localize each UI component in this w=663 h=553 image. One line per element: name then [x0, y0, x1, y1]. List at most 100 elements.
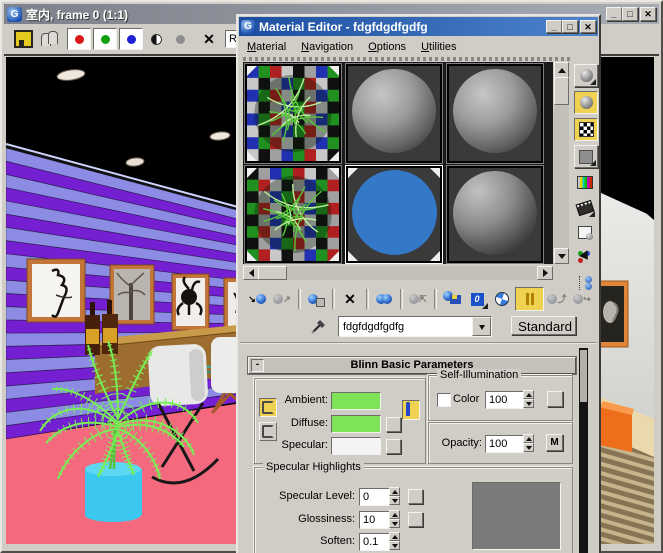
put-material-to-scene-button[interactable]: ↗: [270, 288, 294, 310]
specular-level-spinner[interactable]: [389, 487, 400, 505]
save-bitmap-icon[interactable]: [14, 30, 33, 48]
diffuse-map-button[interactable]: [386, 417, 401, 432]
options-button[interactable]: [574, 222, 596, 243]
menu-material[interactable]: Material: [247, 41, 286, 53]
make-preview-icon: [576, 199, 595, 215]
sample-slot-1[interactable]: [244, 63, 342, 164]
spinner-down-icon: [526, 402, 532, 409]
material-id-channel-button[interactable]: 0: [465, 288, 489, 310]
params-scrollbar-thumb[interactable]: [580, 350, 587, 402]
minimize-button[interactable]: _: [546, 20, 562, 33]
show-map-in-viewport-button[interactable]: [490, 288, 514, 310]
scrollbar-thumb[interactable]: [554, 77, 569, 105]
sample-slot-2[interactable]: [345, 63, 443, 164]
spinner-up-icon: [526, 390, 532, 397]
sample-slot-5-active[interactable]: [345, 165, 443, 264]
sample-uv-tiling-button[interactable]: [574, 145, 598, 168]
sample-slot-3[interactable]: [446, 63, 544, 164]
pick-material-eyedropper-icon[interactable]: [310, 317, 328, 335]
go-to-parent-button[interactable]: ⤴: [545, 288, 569, 310]
self-illumination-spinner[interactable]: [523, 390, 534, 408]
close-button[interactable]: ✕: [580, 20, 596, 33]
sample-palette-toolbar: [574, 64, 597, 293]
material-name-value: fdgfdgdfgdfg: [339, 321, 472, 333]
maximize-button[interactable]: □: [622, 7, 638, 21]
clone-rendered-frame-icon[interactable]: [41, 31, 61, 47]
params-scrollbar[interactable]: [579, 348, 588, 553]
material-editor-titlebar[interactable]: G Material Editor - fdgfdgdfgdfg _ □ ✕: [239, 17, 598, 36]
show-end-result-button[interactable]: [515, 287, 544, 311]
opacity-spinner[interactable]: [523, 434, 534, 452]
specular-map-button[interactable]: [386, 439, 401, 454]
backlight-button[interactable]: [574, 91, 598, 114]
glossiness-map-button[interactable]: [408, 512, 423, 527]
monochrome-toggle[interactable]: [169, 29, 191, 49]
menu-navigation[interactable]: Navigation: [301, 41, 353, 53]
self-illumination-value-field[interactable]: [485, 391, 524, 409]
make-preview-button[interactable]: [574, 197, 596, 218]
red-channel-toggle[interactable]: [67, 28, 91, 50]
go-forward-to-sibling-button[interactable]: ↪: [570, 288, 594, 310]
spinner-down-icon: [392, 544, 398, 551]
glossiness-spinner[interactable]: [389, 510, 400, 528]
background-icon: [579, 122, 594, 137]
3dsmax-logo-icon: G: [241, 20, 255, 34]
specular-label: Specular:: [269, 439, 328, 451]
slot-horizontal-scrollbar[interactable]: [243, 266, 553, 280]
make-unique-button[interactable]: ⇱: [406, 288, 430, 310]
blue-channel-icon: [127, 35, 136, 44]
material-editor-title: Material Editor - fdgfdgdfgdfg: [259, 20, 546, 34]
self-illumination-map-button[interactable]: [547, 391, 563, 407]
menu-options[interactable]: Options: [368, 41, 406, 53]
rollout-collapse-button[interactable]: -: [251, 359, 264, 372]
background-button[interactable]: [574, 118, 598, 141]
sample-type-button[interactable]: [574, 64, 598, 87]
self-illumination-color-label: Color: [453, 393, 479, 405]
slot-vertical-scrollbar[interactable]: [554, 62, 569, 264]
get-material-button[interactable]: ↘: [245, 288, 269, 310]
green-channel-toggle[interactable]: [93, 28, 117, 50]
video-color-check-button[interactable]: [574, 172, 596, 193]
scroll-left-icon: [245, 269, 254, 277]
scroll-up-icon: [558, 64, 566, 73]
glossiness-field[interactable]: [359, 511, 390, 529]
clear-button[interactable]: ✕: [196, 31, 222, 48]
sample-slot-4[interactable]: [244, 165, 342, 264]
lock-clamp-icon: [262, 425, 274, 438]
close-button[interactable]: ✕: [640, 7, 656, 21]
alpha-channel-toggle[interactable]: [145, 29, 167, 49]
reset-map-button[interactable]: ✕: [338, 288, 362, 310]
palette-drag-handle[interactable]: [243, 57, 573, 61]
diffuse-color-swatch[interactable]: [331, 415, 381, 433]
3dsmax-logo-icon: G: [7, 7, 22, 22]
select-by-material-button[interactable]: [574, 247, 596, 268]
soften-field[interactable]: [359, 533, 390, 551]
basic-colors-group: Ambient: Diffuse: Specular:: [254, 378, 426, 464]
maximize-button[interactable]: □: [562, 20, 578, 33]
lock-clamp-icon: [262, 401, 274, 414]
menu-utilities[interactable]: Utilities: [421, 41, 456, 53]
ambient-diffuse-lock-button[interactable]: [402, 400, 420, 420]
specular-level-map-button[interactable]: [408, 489, 423, 504]
show-end-result-icon: [526, 293, 534, 305]
make-material-copy-button[interactable]: [372, 288, 396, 310]
scrollbar-thumb[interactable]: [258, 266, 287, 280]
reset-map-icon: ✕: [344, 291, 356, 308]
specular-color-swatch[interactable]: [331, 437, 381, 455]
self-illumination-color-checkbox[interactable]: [437, 393, 451, 407]
minimize-button[interactable]: _: [606, 7, 622, 21]
soften-spinner[interactable]: [389, 532, 400, 550]
specular-level-field[interactable]: [359, 488, 390, 506]
parameters-area: - Blinn Basic Parameters Ambient: Diffus…: [240, 342, 597, 553]
blue-channel-toggle[interactable]: [119, 28, 143, 50]
assign-material-to-selection-button[interactable]: [304, 288, 328, 310]
video-color-check-icon: [577, 176, 593, 189]
rollout-blinn-basic-parameters[interactable]: - Blinn Basic Parameters: [248, 357, 576, 374]
opacity-map-button[interactable]: M: [546, 434, 563, 451]
material-type-button[interactable]: Standard: [511, 316, 576, 335]
ambient-color-swatch[interactable]: [331, 392, 381, 410]
material-name-dropdown[interactable]: fdgfdgdfgdfg: [338, 316, 492, 337]
sample-slot-6[interactable]: [446, 165, 544, 264]
put-to-library-button[interactable]: [440, 288, 464, 310]
opacity-value-field[interactable]: [485, 435, 524, 453]
